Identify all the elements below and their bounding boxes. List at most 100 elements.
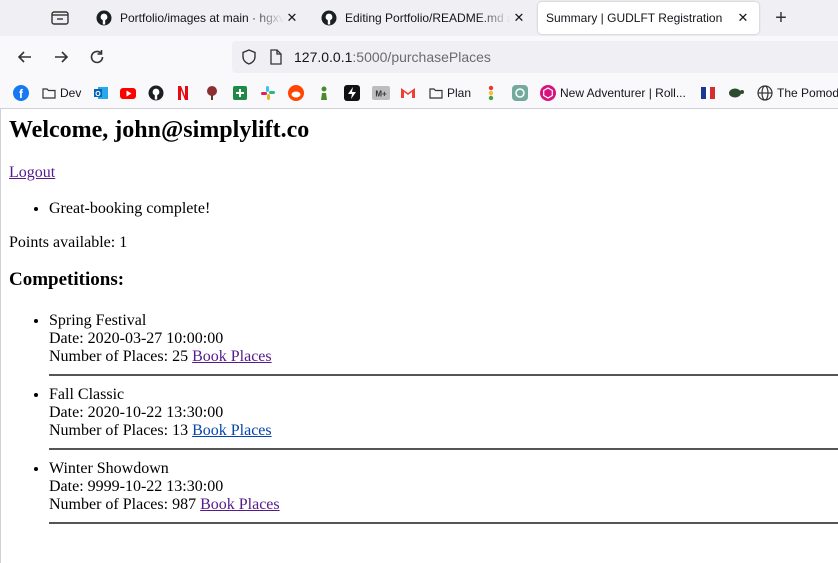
- bookmark-flag[interactable]: [700, 85, 716, 101]
- bookmark-label: The Pomod: [777, 86, 838, 100]
- competition-item: Spring Festival Date: 2020-03-27 10:00:0…: [49, 312, 838, 376]
- dice-icon: [540, 85, 556, 101]
- close-icon[interactable]: ✕: [284, 10, 300, 26]
- bookmark-traffic-light[interactable]: [486, 85, 496, 101]
- outlook-icon: O: [94, 87, 108, 99]
- bookmark-mplus[interactable]: M+: [372, 85, 390, 101]
- folder-icon: [42, 88, 56, 99]
- competition-name: Spring Festival: [49, 312, 147, 329]
- tab-bar: Portfolio/images at main · hgxv ✕ Editin…: [0, 0, 838, 36]
- tab-title: Summary | GUDLFT Registration: [546, 11, 723, 25]
- address-bar[interactable]: 127.0.0.1:5000/purchasePlaces: [232, 41, 838, 73]
- mplus-icon: M+: [372, 86, 390, 100]
- github-icon: [321, 10, 337, 26]
- competitions-heading: Competitions:: [9, 269, 125, 290]
- book-places-link[interactable]: Book Places: [200, 496, 280, 513]
- competition-places: Number of Places: 987: [49, 496, 197, 513]
- bookmark-folder-dev[interactable]: Dev: [42, 85, 81, 101]
- svg-text:M+: M+: [375, 90, 387, 99]
- gmail-icon: [401, 88, 415, 98]
- competition-date: Date: 2020-03-27 10:00:00: [49, 330, 224, 347]
- plus-square-icon: [233, 86, 247, 100]
- bolt-icon: [344, 85, 360, 101]
- tab-portfolio-images[interactable]: Portfolio/images at main · hgxv ✕: [86, 2, 308, 34]
- bookmark-label: New Adventurer | Roll...: [560, 86, 686, 100]
- reddit-icon: [288, 85, 304, 101]
- divider: [49, 374, 838, 376]
- divider: [49, 522, 838, 524]
- bookmark-chess[interactable]: [317, 85, 331, 101]
- github-icon: [148, 85, 164, 101]
- page-icon[interactable]: [269, 49, 283, 65]
- competition-places: Number of Places: 25: [49, 348, 189, 365]
- bookmark-netflix[interactable]: [177, 85, 189, 101]
- competition-date: Date: 9999-10-22 13:30:00: [49, 478, 224, 495]
- bookmark-folder-plan[interactable]: Plan: [429, 85, 471, 101]
- tab-list-icon[interactable]: [50, 9, 70, 27]
- divider: [49, 448, 838, 450]
- shield-icon[interactable]: [241, 49, 257, 65]
- competition-item: Fall Classic Date: 2020-10-22 13:30:00 N…: [49, 386, 838, 450]
- bookmark-facebook[interactable]: f: [13, 85, 29, 101]
- competitions-list: Spring Festival Date: 2020-03-27 10:00:0…: [9, 312, 838, 532]
- new-tab-button[interactable]: +: [770, 7, 792, 29]
- flash-message: Great-booking complete!: [49, 200, 210, 218]
- logout-link[interactable]: Logout: [9, 164, 55, 182]
- navigation-bar: 127.0.0.1:5000/purchasePlaces: [0, 36, 838, 78]
- close-icon[interactable]: ✕: [511, 10, 527, 26]
- tab-editing-readme[interactable]: Editing Portfolio/README.md at ✕: [311, 2, 535, 34]
- arrow-right-icon: [55, 51, 69, 63]
- reload-icon: [90, 50, 104, 64]
- bookmark-turtle[interactable]: [728, 85, 744, 101]
- bookmark-plus[interactable]: [232, 85, 248, 101]
- tab-title: Editing Portfolio/README.md at: [345, 11, 511, 25]
- competition-item: Winter Showdown Date: 9999-10-22 13:30:0…: [49, 460, 838, 524]
- tab-title: Portfolio/images at main · hgxv: [120, 11, 284, 25]
- book-places-link[interactable]: Book Places: [192, 348, 272, 365]
- bookmark-openai[interactable]: [512, 85, 528, 101]
- competition-name: Fall Classic: [49, 386, 125, 403]
- competition-date: Date: 2020-10-22 13:30:00: [49, 404, 224, 421]
- bookmark-reddit[interactable]: [288, 85, 304, 101]
- bookmark-bolt[interactable]: [344, 85, 360, 101]
- netflix-icon: [178, 86, 188, 100]
- reload-button[interactable]: [87, 47, 107, 67]
- welcome-heading: Welcome, john@simplylift.co: [9, 117, 310, 143]
- tab-summary-gudlft[interactable]: Summary | GUDLFT Registration ✕: [538, 2, 759, 34]
- bookmark-outlook[interactable]: O: [93, 85, 109, 101]
- globe-icon: [757, 85, 773, 101]
- bookmark-slack[interactable]: [260, 85, 276, 101]
- bookmark-label: Dev: [60, 86, 82, 100]
- points-available: Points available: 1: [9, 234, 128, 251]
- book-places-link[interactable]: Book Places: [192, 422, 272, 439]
- bookmark-github[interactable]: [148, 85, 164, 101]
- youtube-icon: [120, 88, 136, 99]
- github-icon: [96, 10, 112, 26]
- arrow-left-icon: [17, 51, 31, 63]
- bookmark-youtube[interactable]: [120, 85, 136, 101]
- folder-icon: [429, 88, 443, 99]
- url-host: 127.0.0.1: [294, 49, 353, 65]
- url-path: :5000/purchasePlaces: [352, 49, 491, 65]
- bookmark-tree[interactable]: [204, 85, 220, 101]
- slack-icon: [261, 86, 275, 100]
- competition-places: Number of Places: 13: [49, 422, 189, 439]
- flag-icon: [701, 87, 715, 99]
- browser-chrome: Portfolio/images at main · hgxv ✕ Editin…: [0, 0, 838, 109]
- facebook-icon: f: [13, 85, 29, 101]
- flash-messages: Great-booking complete!: [9, 200, 210, 218]
- traffic-light-icon: [488, 85, 494, 101]
- competition-name: Winter Showdown: [49, 460, 169, 477]
- forward-button[interactable]: [51, 47, 71, 67]
- turtle-icon: [729, 88, 744, 98]
- bookmark-label: Plan: [447, 86, 472, 100]
- chess-icon: [321, 86, 327, 100]
- back-button[interactable]: [15, 47, 35, 67]
- bookmark-gmail[interactable]: [400, 85, 416, 101]
- svg-text:O: O: [95, 91, 101, 98]
- bookmark-pomodoro[interactable]: The Pomod: [757, 85, 838, 101]
- window-edge: [0, 108, 1, 563]
- bookmark-new-adventurer[interactable]: New Adventurer | Roll...: [540, 85, 686, 101]
- url-text[interactable]: 127.0.0.1:5000/purchasePlaces: [294, 49, 491, 65]
- close-icon[interactable]: ✕: [735, 10, 751, 26]
